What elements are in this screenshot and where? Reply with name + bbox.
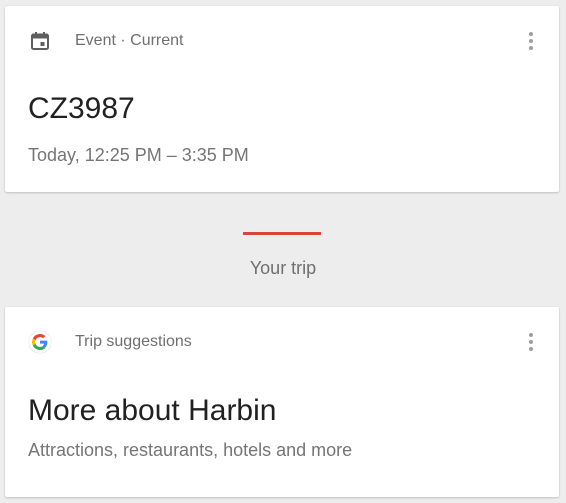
flight-number-title: CZ3987: [28, 92, 135, 125]
flight-time-subtitle: Today, 12:25 PM – 3:35 PM: [28, 145, 249, 165]
trip-suggestions-card[interactable]: Trip suggestions More about Harbin Attra…: [5, 307, 559, 497]
event-card-header-label: Event · Current: [75, 32, 184, 49]
trip-card-header-label: Trip suggestions: [75, 333, 192, 350]
destination-title: More about Harbin: [28, 394, 277, 427]
destination-subtitle: Attractions, restaurants, hotels and mor…: [28, 440, 353, 460]
event-card-header: Event · Current: [29, 28, 535, 54]
calendar-icon: [29, 30, 51, 52]
more-options-icon[interactable]: [527, 32, 535, 50]
event-card[interactable]: Event · Current CZ3987 Today, 12:25 PM –…: [5, 6, 559, 192]
more-options-icon[interactable]: [527, 333, 535, 351]
section-divider: [243, 232, 321, 235]
trip-card-header: Trip suggestions: [29, 329, 535, 355]
section-label: Your trip: [249, 258, 317, 278]
google-logo-icon: [29, 331, 51, 353]
